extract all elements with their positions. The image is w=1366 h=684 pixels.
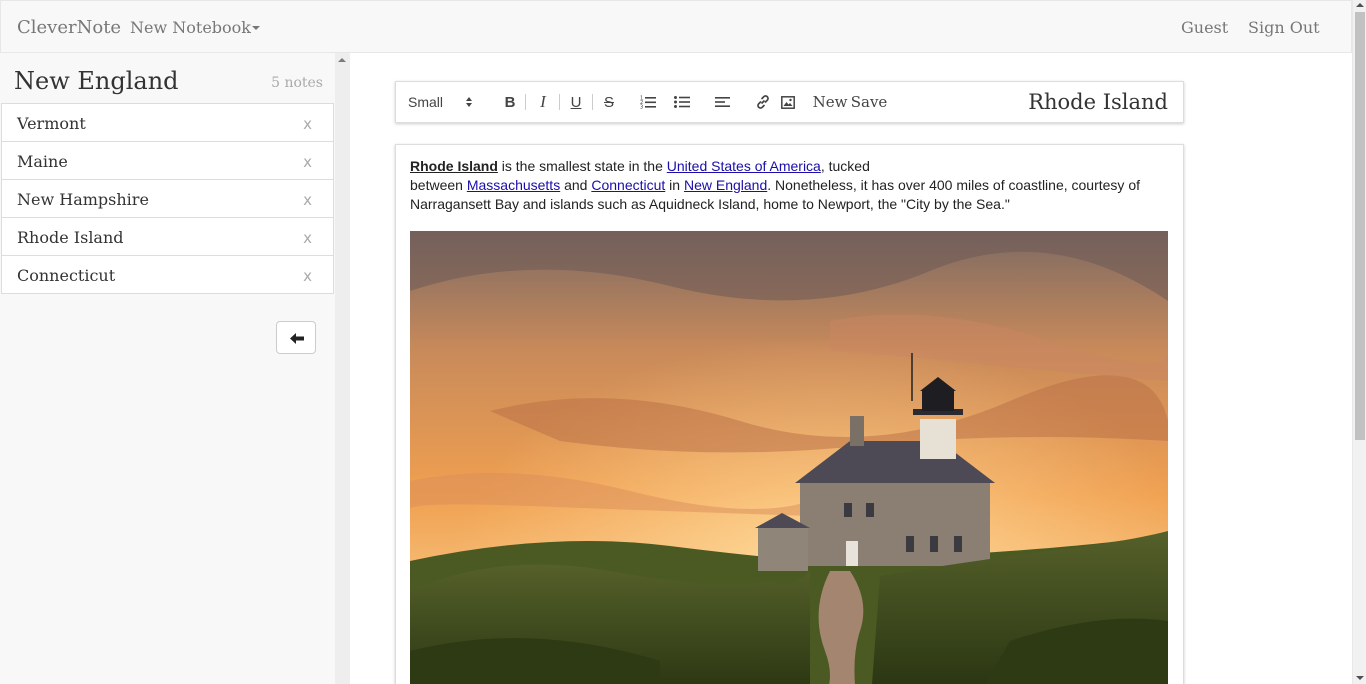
scroll-down-icon[interactable] bbox=[1356, 676, 1364, 680]
link-icon bbox=[757, 95, 769, 109]
link-button[interactable] bbox=[751, 82, 775, 122]
link-massachusetts[interactable]: Massachusetts bbox=[467, 177, 560, 193]
note-item-maine[interactable]: Maine x bbox=[1, 141, 334, 180]
bold-button[interactable]: B bbox=[498, 82, 522, 122]
note-bold-title: Rhode Island bbox=[410, 158, 498, 174]
toolbar-divider bbox=[525, 94, 526, 110]
image-icon bbox=[781, 95, 795, 109]
top-navbar: CleverNote New Notebook Guest Sign Out bbox=[0, 0, 1352, 53]
note-item-label: Maine bbox=[17, 152, 68, 171]
italic-icon: I bbox=[540, 92, 546, 111]
note-body-text[interactable]: Rhode Island is the smallest state in th… bbox=[410, 157, 1170, 214]
ordered-list-button[interactable]: 1 2 3 bbox=[636, 82, 660, 122]
toolbar-divider bbox=[592, 94, 593, 110]
note-text: in bbox=[665, 177, 684, 193]
note-count: 5 notes bbox=[271, 75, 323, 91]
insert-image-button[interactable] bbox=[776, 82, 800, 122]
note-item-label: New Hampshire bbox=[17, 190, 149, 209]
lighthouse-photo bbox=[410, 231, 1168, 684]
align-left-icon bbox=[714, 97, 730, 107]
ordered-list-icon: 1 2 3 bbox=[640, 96, 656, 110]
scroll-up-icon[interactable] bbox=[1356, 3, 1364, 7]
lighthouse-image bbox=[410, 231, 1168, 684]
bold-icon: B bbox=[504, 93, 516, 111]
font-size-value: Small bbox=[408, 94, 444, 110]
page-scrollbar-thumb[interactable] bbox=[1355, 12, 1365, 440]
brand-logo[interactable]: CleverNote bbox=[17, 17, 121, 38]
new-notebook-label: New Notebook bbox=[130, 18, 251, 37]
svg-text:3: 3 bbox=[640, 105, 643, 110]
note-text: and bbox=[560, 177, 592, 193]
bullet-list-button[interactable] bbox=[670, 82, 694, 122]
user-name: Guest bbox=[1181, 18, 1229, 37]
link-new-england[interactable]: New England bbox=[684, 177, 767, 193]
delete-note-button[interactable]: x bbox=[303, 115, 312, 133]
notebook-title: New England bbox=[14, 67, 179, 95]
note-item-rhode-island[interactable]: Rhode Island x bbox=[1, 217, 334, 256]
save-button[interactable]: Save bbox=[851, 82, 888, 122]
caret-down-icon bbox=[251, 25, 260, 30]
toolbar-divider bbox=[559, 94, 560, 110]
back-button[interactable] bbox=[276, 321, 316, 354]
align-button[interactable] bbox=[710, 82, 734, 122]
page-scrollbar[interactable] bbox=[1352, 0, 1366, 684]
sign-out-link[interactable]: Sign Out bbox=[1248, 18, 1320, 37]
new-note-button[interactable]: New bbox=[813, 82, 848, 122]
note-editor[interactable]: Rhode Island is the smallest state in th… bbox=[395, 144, 1184, 684]
note-item-connecticut[interactable]: Connecticut x bbox=[1, 255, 334, 294]
link-usa[interactable]: United States of America bbox=[667, 158, 821, 174]
editor-toolbar: Small B I U S 1 2 3 New Save Rhode Islan… bbox=[395, 81, 1184, 123]
delete-note-button[interactable]: x bbox=[303, 153, 312, 171]
delete-note-button[interactable]: x bbox=[303, 267, 312, 285]
note-item-vermont[interactable]: Vermont x bbox=[1, 103, 334, 142]
sidebar-scrollbar[interactable] bbox=[335, 53, 350, 684]
delete-note-button[interactable]: x bbox=[303, 229, 312, 247]
bullet-list-icon bbox=[674, 96, 690, 108]
note-item-label: Vermont bbox=[17, 114, 86, 133]
italic-button[interactable]: I bbox=[531, 82, 555, 122]
select-updown-icon bbox=[466, 97, 472, 107]
note-item-label: Rhode Island bbox=[17, 228, 124, 247]
underline-button[interactable]: U bbox=[564, 82, 588, 122]
link-connecticut[interactable]: Connecticut bbox=[591, 177, 665, 193]
note-list: Vermont x Maine x New Hampshire x Rhode … bbox=[1, 103, 334, 294]
underline-icon: U bbox=[570, 93, 582, 111]
note-text: , tucked bbox=[820, 158, 870, 174]
strikethrough-button[interactable]: S bbox=[597, 82, 621, 122]
note-item-new-hampshire[interactable]: New Hampshire x bbox=[1, 179, 334, 218]
scroll-up-icon[interactable] bbox=[338, 58, 346, 62]
font-size-select[interactable]: Small bbox=[408, 82, 478, 122]
note-text: between bbox=[410, 177, 467, 193]
note-title: Rhode Island bbox=[1028, 90, 1168, 114]
note-item-label: Connecticut bbox=[17, 266, 116, 285]
arrow-left-icon bbox=[290, 333, 304, 344]
delete-note-button[interactable]: x bbox=[303, 191, 312, 209]
note-text: is the smallest state in the bbox=[497, 158, 667, 174]
notebook-sidebar: New England 5 notes Vermont x Maine x Ne… bbox=[0, 53, 335, 684]
strikethrough-icon: S bbox=[603, 93, 614, 111]
new-notebook-dropdown[interactable]: New Notebook bbox=[130, 18, 260, 37]
